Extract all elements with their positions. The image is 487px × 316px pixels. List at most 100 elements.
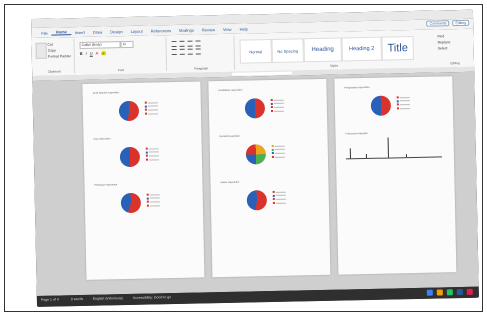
document-canvas: Jenis kelamin responden Usia responden Pek… — [32, 71, 479, 296]
font-group-label: Font — [118, 68, 125, 73]
legend-swatch — [145, 154, 148, 158]
underline-icon[interactable]: U — [90, 51, 93, 56]
font-group: Calibri (Body) 11 B I U A ab Font — [75, 37, 168, 74]
page-count[interactable]: Page 1 of 4 — [41, 297, 59, 301]
document-page[interactable]: Penghasilan responden Frekuensi kunjungan — [334, 76, 457, 275]
highlight-icon[interactable]: ab — [101, 50, 106, 56]
style-normal[interactable]: Normal — [239, 38, 272, 64]
legend-swatch — [396, 100, 399, 103]
legend-swatch — [271, 144, 274, 147]
align-center-icon[interactable] — [179, 48, 185, 55]
pie-chart[interactable] — [370, 95, 392, 116]
chart-legend — [144, 101, 159, 116]
line-chart-mark — [365, 153, 367, 159]
folder-icon[interactable] — [436, 289, 443, 296]
pie-chart[interactable] — [246, 190, 268, 211]
app-icon[interactable] — [466, 288, 473, 295]
tab-help[interactable]: Help — [235, 26, 251, 31]
pie-chart[interactable] — [118, 100, 140, 122]
tab-mailings[interactable]: Mailings — [175, 27, 198, 32]
legend-swatch — [271, 156, 274, 159]
chart-legend — [146, 193, 160, 208]
language-indicator[interactable]: English (Indonesia) — [93, 296, 123, 301]
word-count[interactable]: 0 words — [71, 297, 83, 301]
tab-insert[interactable]: Insert — [71, 29, 89, 34]
chart-title: Pendidikan responden — [218, 88, 243, 93]
legend-swatch — [145, 151, 148, 154]
style-no-spacing[interactable]: No Spacing — [271, 38, 304, 63]
legend-swatch — [144, 108, 147, 112]
paste-icon[interactable] — [35, 42, 47, 59]
align-right-icon[interactable] — [187, 48, 193, 55]
line-chart-axis — [345, 156, 442, 160]
word-icon[interactable] — [456, 289, 463, 296]
tab-file[interactable]: File — [37, 30, 52, 35]
justify-icon[interactable] — [195, 48, 201, 55]
font-size-select[interactable]: 11 — [120, 40, 134, 49]
document-page[interactable]: Pendidikan responden Domisili responden St… — [208, 78, 331, 278]
chart-title: Usia responden — [93, 137, 111, 141]
legend-swatch — [146, 200, 149, 204]
numbering-icon[interactable] — [179, 40, 185, 47]
tab-references[interactable]: References — [147, 27, 176, 33]
legend-swatch — [146, 193, 149, 196]
copy-button[interactable]: Copy — [48, 48, 56, 52]
line-chart-mark — [387, 137, 389, 158]
monitor-screen: File Home Insert Draw Design Layout References… — [31, 9, 479, 307]
chart-title: Penghasilan responden — [344, 85, 370, 90]
edge-icon[interactable] — [426, 289, 433, 296]
cut-button[interactable]: Cut — [47, 43, 53, 47]
pie-chart[interactable] — [120, 192, 142, 214]
font-name-select[interactable]: Calibri (Body) — [79, 41, 121, 49]
tab-layout[interactable]: Layout — [127, 28, 147, 33]
legend-swatch — [271, 152, 274, 155]
italic-icon[interactable]: I — [86, 51, 87, 56]
accessibility-indicator[interactable]: Accessibility: Good to go — [133, 295, 171, 300]
legend-swatch — [396, 107, 399, 110]
align-left-icon[interactable] — [171, 48, 177, 56]
multilevel-icon[interactable] — [187, 40, 193, 47]
replace-button[interactable]: Replace — [438, 40, 451, 44]
comments-button[interactable]: Comments — [426, 20, 450, 27]
legend-swatch — [146, 204, 149, 207]
document-page[interactable]: Jenis kelamin responden Usia responden Pek… — [82, 81, 205, 280]
paragraph-buttons — [171, 40, 201, 48]
legend-swatch — [272, 194, 275, 197]
font-color-icon[interactable]: A — [96, 51, 99, 56]
bold-icon[interactable]: B — [80, 51, 83, 56]
find-button[interactable]: Find — [437, 34, 444, 38]
legend-swatch — [272, 202, 275, 205]
styles-group: Styles Normal No Spacing Heading Heading 2T… — [235, 32, 432, 70]
chart-legend — [272, 190, 286, 206]
style-heading[interactable]: Heading — [303, 37, 342, 63]
tab-view[interactable]: View — [219, 26, 236, 31]
tab-review[interactable]: Review — [198, 27, 219, 32]
excel-icon[interactable] — [446, 289, 453, 296]
pie-chart[interactable] — [119, 146, 141, 168]
style-heading-2[interactable]: Heading 2 — [341, 36, 382, 62]
legend-swatch — [146, 197, 149, 200]
legend-swatch — [271, 148, 274, 151]
font-format-buttons: B I U A ab — [80, 50, 106, 56]
tab-draw[interactable]: Draw — [89, 29, 106, 34]
editing-mode-button[interactable]: Editing — [452, 19, 470, 27]
pie-chart[interactable] — [245, 144, 267, 165]
legend-swatch — [272, 190, 275, 193]
tab-home[interactable]: Home — [51, 29, 71, 36]
style-title[interactable]: Title — [381, 35, 414, 61]
bullets-icon[interactable] — [171, 40, 177, 48]
format-painter-button[interactable]: Format Painter — [48, 54, 71, 58]
indent-icon[interactable] — [195, 40, 201, 47]
tab-design[interactable]: Design — [106, 28, 127, 34]
clipboard-group: Cut Copy Format Painter Clipboard — [33, 39, 76, 74]
paragraph-group: Paragraph — [167, 35, 236, 72]
pie-chart[interactable] — [244, 98, 266, 119]
select-button[interactable]: Select — [438, 46, 448, 50]
chart-legend — [270, 98, 284, 114]
clipboard-group-label: Clipboard — [47, 69, 61, 74]
legend-swatch — [272, 198, 275, 201]
legend-swatch — [396, 103, 399, 106]
legend-swatch — [270, 110, 274, 113]
chart-title: Jenis kelamin responden — [92, 91, 120, 95]
top-right-actions: Comments Editing — [426, 19, 470, 27]
